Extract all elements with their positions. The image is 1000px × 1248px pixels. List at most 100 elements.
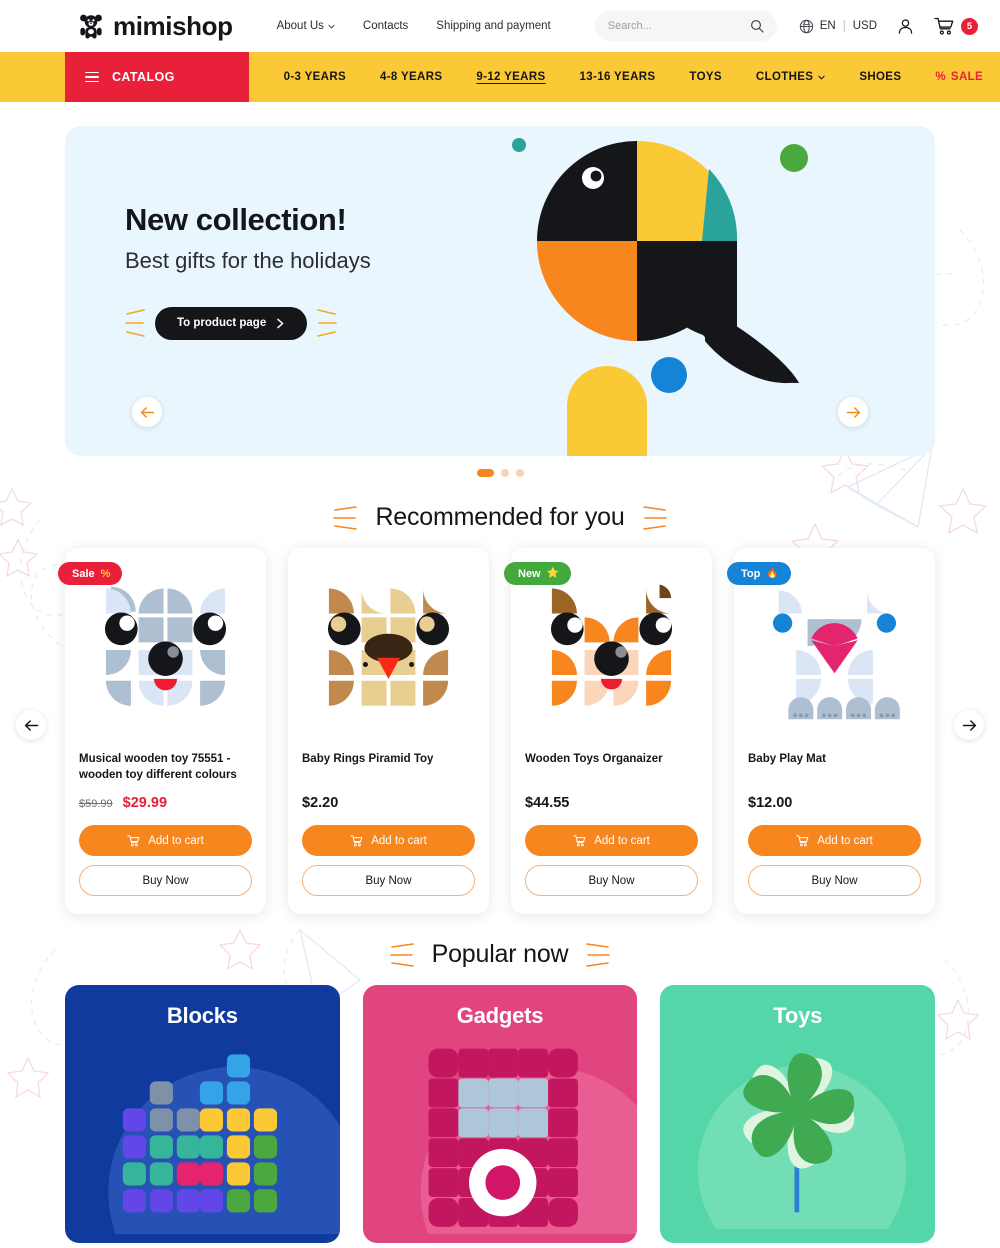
- status-badge: New ⭐: [504, 562, 572, 585]
- product-card[interactable]: Top 🔥 Baby Play Mat $12.00 Add to cart B…: [727, 548, 935, 915]
- buy-now-button[interactable]: Buy Now: [79, 865, 252, 897]
- add-to-cart-button[interactable]: Add to cart: [525, 825, 698, 856]
- hero-dot-1[interactable]: [476, 469, 494, 477]
- percent-icon: %: [100, 567, 111, 580]
- product-price: $59.99 $29.99: [79, 795, 252, 811]
- add-to-cart-button[interactable]: Add to cart: [302, 825, 475, 856]
- category-card-toys[interactable]: Toys: [660, 985, 936, 1244]
- category-link-shoes[interactable]: SHOES: [842, 71, 918, 83]
- add-to-cart-label: Add to cart: [817, 834, 873, 847]
- site-logo[interactable]: mimishop: [78, 11, 233, 42]
- nav-item-contacts[interactable]: Contacts: [363, 20, 408, 32]
- catalog-button[interactable]: CATALOG: [65, 52, 249, 102]
- nav-label: Contacts: [362, 20, 409, 32]
- search-input[interactable]: [607, 20, 750, 32]
- nav-item-shipping-and-payment[interactable]: Shipping and payment: [436, 20, 550, 32]
- category-link-9-12-years[interactable]: 9-12 YEARS: [459, 71, 562, 83]
- star-icon: ⭐: [546, 568, 560, 579]
- cart-button[interactable]: 5: [934, 17, 979, 36]
- category-label: SHOES: [859, 71, 902, 83]
- carousel-prev-button[interactable]: [16, 710, 46, 740]
- cart-icon: [127, 834, 140, 846]
- search-icon[interactable]: [750, 19, 764, 33]
- chevron-right-icon: [277, 318, 284, 328]
- product-sale-price: $29.99: [122, 795, 168, 812]
- toucan-bird-illustration: [512, 138, 808, 456]
- hero-cta-row: To product page: [125, 306, 371, 340]
- category-card-gadgets[interactable]: Gadgets: [362, 985, 638, 1244]
- add-to-cart-button[interactable]: Add to cart: [79, 825, 252, 857]
- buy-now-button[interactable]: Buy Now: [525, 865, 698, 896]
- sparkle-rays-right-icon: [586, 942, 611, 967]
- category-navbar: CATALOG 0-3 YEARS 4-8 YEARS 9-12 YEARS 1…: [0, 52, 1000, 102]
- language-separator: |: [842, 20, 846, 32]
- badge-label: Top: [741, 567, 761, 580]
- product-name: Musical wooden toy 75551 - wooden toy di…: [79, 753, 237, 781]
- category-card-label: Blocks: [166, 1003, 238, 1029]
- category-label: SALE: [950, 71, 983, 83]
- dog-face-blocks-thumbnail: [327, 588, 450, 706]
- badge-label: New: [518, 567, 541, 580]
- hero-text-block: New collection! Best gifts for the holid…: [125, 202, 371, 340]
- product-card[interactable]: New ⭐ Wooden Toys Organaizer $44.55 Add …: [504, 548, 712, 915]
- globe-icon: [799, 19, 813, 33]
- category-label: 9-12 YEARS: [476, 71, 546, 83]
- category-label: TOYS: [689, 71, 722, 83]
- hero-prev-button[interactable]: [132, 397, 162, 427]
- carousel-next-button[interactable]: [954, 710, 984, 740]
- product-current-price: $2.20: [302, 795, 339, 811]
- category-link-13-16-years[interactable]: 13-16 YEARS: [563, 71, 673, 83]
- buy-now-label: Buy Now: [811, 874, 858, 887]
- category-link-sale[interactable]: % SALE: [918, 71, 1000, 83]
- hero-dot-2[interactable]: [500, 469, 509, 477]
- hero-title: New collection!: [125, 202, 347, 237]
- hero-dot-3[interactable]: [515, 469, 524, 477]
- category-link-4-8-years[interactable]: 4-8 YEARS: [363, 71, 459, 83]
- nav-item-about-us[interactable]: About Us: [277, 20, 335, 32]
- buy-now-label: Buy Now: [365, 874, 412, 887]
- buy-now-button[interactable]: Buy Now: [302, 865, 475, 896]
- badge-label: Sale: [72, 567, 95, 580]
- hero-cta-label: To product page: [177, 317, 267, 329]
- chevron-down-icon: [818, 75, 825, 80]
- buy-now-label: Buy Now: [142, 874, 189, 887]
- add-to-cart-button[interactable]: Add to cart: [748, 825, 921, 856]
- status-badge: Sale %: [58, 562, 123, 585]
- product-card[interactable]: Sale % Musical wooden toy 75551 - wooden…: [58, 548, 266, 915]
- arrow-left-icon: [140, 406, 154, 418]
- search-box[interactable]: [594, 11, 777, 41]
- category-label: 13-16 YEARS: [579, 71, 656, 83]
- category-link-toys[interactable]: TOYS: [672, 71, 739, 83]
- buy-now-button[interactable]: Buy Now: [748, 865, 921, 896]
- percent-icon: %: [935, 71, 946, 83]
- hero-subtitle: Best gifts for the holidays: [125, 248, 371, 273]
- sparkle-rays-left-icon: [125, 309, 145, 337]
- product-old-price: $59.99: [79, 798, 113, 811]
- sparkle-rays-right-icon: [642, 505, 667, 530]
- fox-face-blocks-thumbnail: [550, 584, 673, 706]
- hero-cta-button[interactable]: To product page: [155, 306, 308, 340]
- currency-code: USD: [852, 20, 878, 32]
- buy-now-label: Buy Now: [588, 874, 635, 887]
- category-links: 0-3 YEARS 4-8 YEARS 9-12 YEARS 13-16 YEA…: [249, 52, 1000, 102]
- product-price: $2.20: [302, 795, 475, 811]
- category-link-clothes[interactable]: CLOTHES: [739, 71, 842, 83]
- cart-icon: [796, 834, 809, 846]
- hero-banner: New collection! Best gifts for the holid…: [65, 126, 935, 456]
- add-to-cart-label: Add to cart: [594, 834, 650, 847]
- language-currency-selector[interactable]: EN | USD: [799, 19, 877, 34]
- product-name: Baby Play Mat: [748, 753, 826, 765]
- product-name: Wooden Toys Organaizer: [525, 753, 663, 765]
- arrow-right-icon: [846, 406, 860, 418]
- product-name: Baby Rings Piramid Toy: [302, 753, 434, 765]
- hero-next-button[interactable]: [838, 397, 868, 427]
- product-card[interactable]: Baby Rings Piramid Toy $2.20 Add to cart…: [288, 548, 489, 915]
- site-header: mimishop About Us Contacts Shipping and …: [0, 0, 1000, 52]
- category-card-blocks[interactable]: Blocks: [65, 985, 340, 1244]
- hero-banner-wrap: New collection! Best gifts for the holid…: [65, 126, 935, 477]
- account-button[interactable]: [896, 17, 915, 36]
- sparkle-rays-left-icon: [333, 505, 358, 530]
- category-link-0-3-years[interactable]: 0-3 YEARS: [267, 71, 363, 83]
- cart-icon: [573, 834, 586, 846]
- user-account-icon: [898, 18, 913, 34]
